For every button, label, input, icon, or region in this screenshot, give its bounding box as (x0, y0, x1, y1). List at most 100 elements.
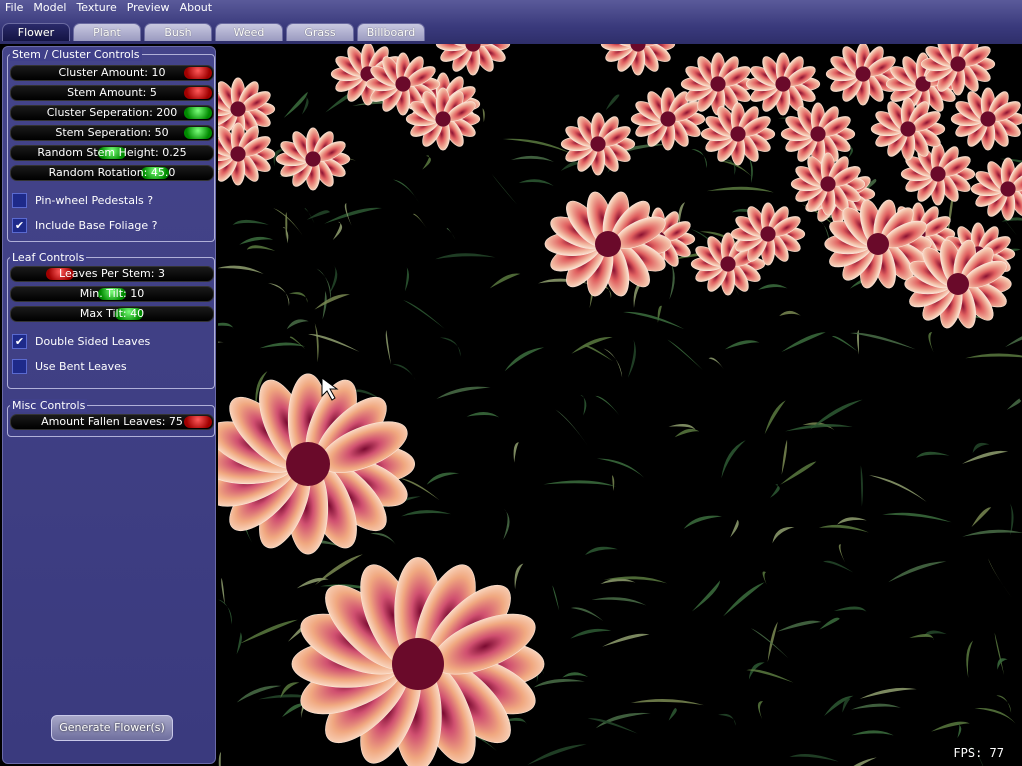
amount-fallen-leaves-slider[interactable]: Amount Fallen Leaves: 75 (10, 414, 214, 430)
flower-bloom (780, 102, 856, 166)
flower-bloom (544, 191, 672, 297)
random-stem-height-slider[interactable]: Random Stem Height: 0.25 (10, 145, 214, 161)
leaf-blade (785, 423, 853, 432)
slider-label: Cluster Amount: 10 (58, 66, 166, 79)
leaf-blade (789, 754, 839, 762)
leaf-blade (718, 713, 736, 726)
leaf-blade (605, 94, 620, 111)
cluster-seperation-slider[interactable]: Cluster Seperation: 200 (10, 105, 214, 121)
leaf-blade (511, 155, 554, 162)
tab-grass[interactable]: Grass (286, 23, 354, 41)
cluster-amount-slider[interactable]: Cluster Amount: 10 (10, 65, 214, 81)
leaf-blade (370, 532, 397, 547)
leaf-blade (757, 701, 764, 720)
leaf-blade (994, 632, 1005, 676)
leaf-blade (928, 332, 934, 353)
leaf-blade (466, 412, 500, 418)
leaf-blade (1005, 336, 1022, 348)
leaf-blade (683, 515, 722, 529)
flower-bloom (700, 102, 776, 166)
leaf-blade (543, 480, 617, 487)
leaf-blade (314, 323, 319, 363)
use-bent-leaves-checkbox[interactable] (12, 358, 27, 374)
leaf-blade (781, 439, 788, 475)
menu-bar: File Model Texture Preview About (0, 0, 217, 16)
leaf-blade (627, 339, 636, 378)
pin-wheel-pedestals-checkbox[interactable] (12, 192, 27, 208)
leaf-blade (767, 621, 778, 663)
leaf-blade (482, 107, 485, 123)
leaf-blade (283, 91, 308, 118)
tab-flower[interactable]: Flower (2, 23, 70, 41)
leaf-blade (860, 465, 863, 507)
leaf-blade (308, 334, 360, 352)
leaf-blade (776, 620, 822, 632)
leaf-blade (491, 173, 517, 205)
stem-seperation-slider[interactable]: Stem Seperation: 50 (10, 125, 214, 141)
include-base-foliage-checkbox[interactable]: ✔ (12, 217, 27, 233)
leaf-blade (667, 339, 703, 370)
tab-bar: Flower Plant Bush Weed Grass Billboard (2, 23, 428, 41)
leaf-blade (439, 337, 461, 357)
leaf-blade (273, 208, 306, 240)
tab-bush[interactable]: Bush (144, 23, 212, 41)
leaves-per-stem-slider[interactable]: Leaves Per Stem: 3 (10, 266, 214, 282)
leaf-blade (764, 400, 786, 435)
check-label: Include Base Foliage ? (35, 218, 158, 232)
leaf-blade (218, 341, 224, 343)
leaf-blade (591, 597, 647, 606)
leaf-blade (404, 267, 410, 292)
slider-label: Random Stem Height: 0.25 (37, 146, 187, 159)
double-sided-leaves-row[interactable]: ✔ Double Sided Leaves (12, 333, 150, 349)
leaf-blade (996, 695, 1012, 713)
controls-panel: Stem / Cluster Controls Cluster Amount: … (2, 46, 216, 764)
leaf-blade (818, 524, 869, 533)
leaf-blade (239, 619, 298, 644)
green-slider-knob[interactable] (184, 127, 212, 139)
red-slider-knob[interactable] (184, 67, 212, 79)
menu-texture[interactable]: Texture (71, 0, 121, 16)
leaf-blade (218, 322, 234, 330)
use-bent-leaves-row[interactable]: Use Bent Leaves (12, 358, 127, 374)
max-tilt-slider[interactable]: Max Tilt: 40 (10, 306, 214, 322)
menu-file[interactable]: File (0, 0, 28, 16)
leaf-blade (446, 227, 456, 241)
leaf-blade (562, 672, 589, 678)
check-label: Double Sided Leaves (35, 334, 151, 348)
min-tilt-slider[interactable]: Min. Tilt: 10 (10, 286, 214, 302)
menu-preview[interactable]: Preview (122, 0, 175, 16)
leaf-blade (435, 253, 496, 260)
random-rotation-slider[interactable]: Random Rotation: 45.0 (10, 165, 214, 181)
leaf-blade (758, 284, 788, 290)
leaf-blade (612, 475, 615, 492)
leaf-blade (831, 336, 858, 352)
leaf-blade (916, 451, 950, 458)
red-slider-knob[interactable] (184, 87, 212, 99)
green-slider-knob[interactable] (184, 107, 212, 119)
red-slider-knob[interactable] (184, 416, 212, 428)
leaf-blade (762, 571, 767, 585)
leaf-blade (585, 546, 618, 556)
generate-flowers-button[interactable]: Generate Flower(s) (51, 715, 173, 741)
leaf-blade (780, 461, 817, 485)
menu-about[interactable]: About (175, 0, 218, 16)
3d-preview-viewport[interactable]: FPS: 77 (218, 44, 1022, 766)
leaf-blade (571, 336, 613, 354)
leaf-blade (259, 342, 306, 349)
slider-label: Max Tilt: 40 (79, 307, 145, 320)
include-base-foliage-row[interactable]: ✔ Include Base Foliage ? (12, 217, 157, 233)
leaf-blade (413, 213, 427, 229)
stem-amount-slider[interactable]: Stem Amount: 5 (10, 85, 214, 101)
leaf-blade (580, 394, 587, 416)
pin-wheel-pedestals-row[interactable]: Pin-wheel Pedestals ? (12, 192, 153, 208)
tab-billboard[interactable]: Billboard (357, 23, 425, 41)
menu-model[interactable]: Model (28, 0, 71, 16)
leaf-blade (772, 526, 795, 544)
tab-plant[interactable]: Plant (73, 23, 141, 41)
leaf-blade (570, 628, 612, 639)
leaf-blade (974, 707, 1016, 724)
tab-weed[interactable]: Weed (215, 23, 283, 41)
leaf-blade (692, 580, 721, 612)
double-sided-leaves-checkbox[interactable]: ✔ (12, 333, 27, 349)
leaf-blade (838, 544, 846, 563)
